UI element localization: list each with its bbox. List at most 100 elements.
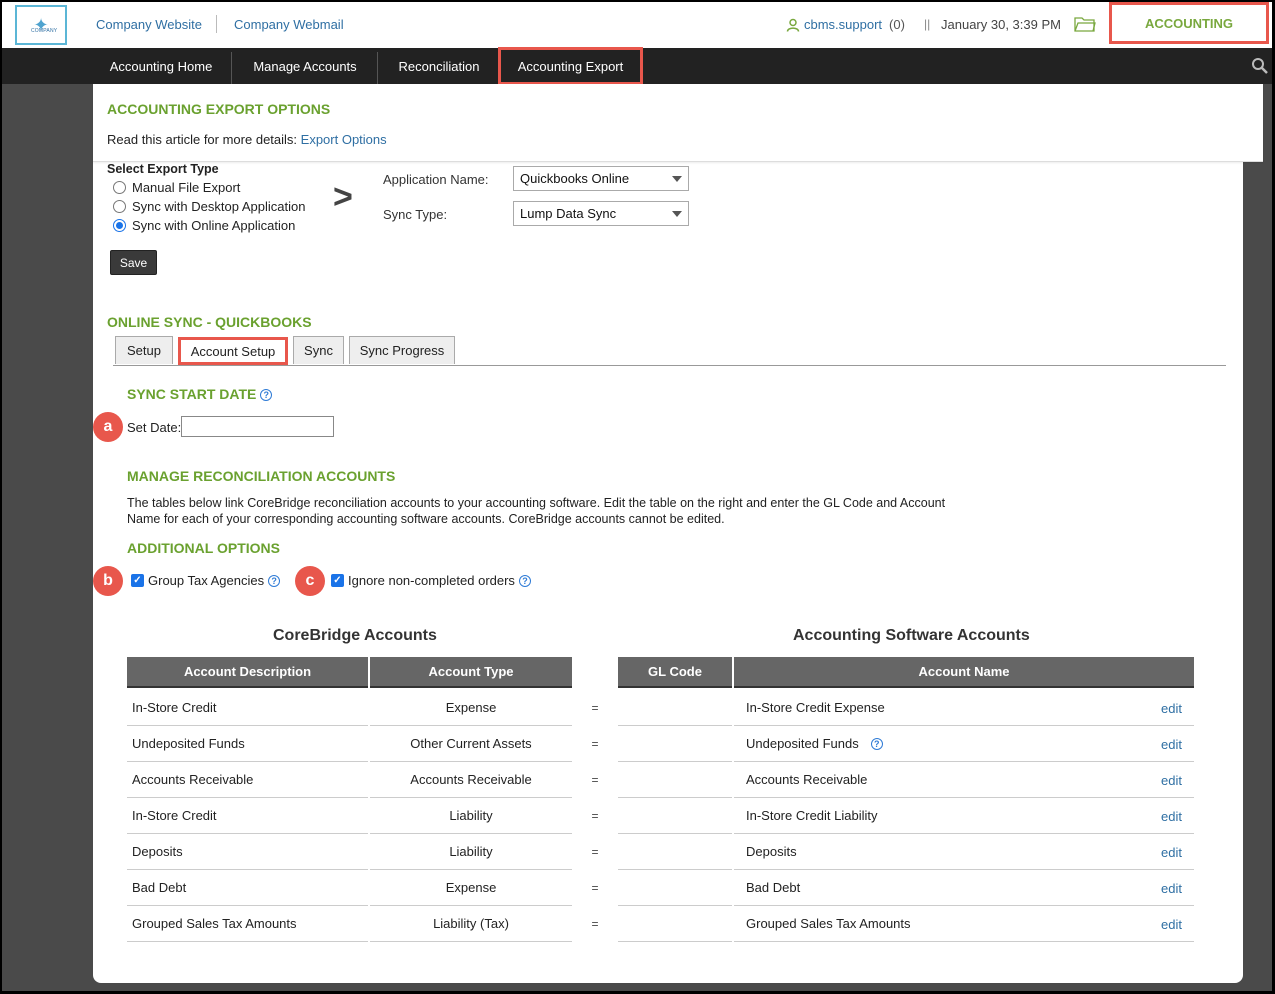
cell-gl-code xyxy=(618,726,732,762)
radio-label: Sync with Online Application xyxy=(132,218,296,233)
callout-badge-b: b xyxy=(93,566,123,596)
header-account-description: Account Description xyxy=(127,657,368,688)
app-frame: ✦ COMPANY Company Website Company Webmai… xyxy=(2,2,1272,991)
cell-gl-code xyxy=(618,906,732,942)
company-logo[interactable]: ✦ COMPANY xyxy=(15,5,67,45)
sync-start-title-text: SYNC START DATE xyxy=(127,386,257,402)
save-button[interactable]: Save xyxy=(110,250,157,275)
radio-button[interactable] xyxy=(113,181,126,194)
cell-account-name: Grouped Sales Tax Amounts xyxy=(734,906,1194,942)
accounting-module-button[interactable]: ACCOUNTING xyxy=(1109,2,1269,44)
arrow-right-icon: > xyxy=(333,178,353,216)
cell-account-type: Accounts Receivable xyxy=(370,762,572,798)
help-icon[interactable]: ? xyxy=(870,737,883,750)
search-icon[interactable] xyxy=(1251,57,1269,75)
cell-gl-code xyxy=(618,798,732,834)
account-name-text: Undeposited Funds xyxy=(746,736,859,751)
application-name-label: Application Name: xyxy=(383,172,489,187)
nav-manage-accounts[interactable]: Manage Accounts xyxy=(232,48,378,84)
cell-account-description: In-Store Credit xyxy=(127,798,368,834)
ignore-orders-option[interactable]: ✓ Ignore non-completed orders ? xyxy=(331,573,531,588)
cell-account-name: Deposits xyxy=(734,834,1194,870)
nav-reconciliation[interactable]: Reconciliation xyxy=(378,48,500,84)
tab-setup[interactable]: Setup xyxy=(115,336,173,364)
edit-link[interactable]: edit xyxy=(1161,881,1182,896)
radio-manual-file-export[interactable]: Manual File Export xyxy=(113,180,240,195)
software-accounts-title: Accounting Software Accounts xyxy=(793,627,1030,644)
company-website-link[interactable]: Company Website xyxy=(96,17,202,32)
notification-count: (0) xyxy=(889,17,905,32)
company-webmail-link[interactable]: Company Webmail xyxy=(234,17,344,32)
group-tax-option[interactable]: ✓ Group Tax Agencies ? xyxy=(131,573,281,588)
export-type-label: Select Export Type xyxy=(107,162,219,176)
tab-sync-progress[interactable]: Sync Progress xyxy=(349,336,455,364)
folder-icon[interactable] xyxy=(1074,15,1096,33)
edit-link[interactable]: edit xyxy=(1161,737,1182,752)
radio-label: Manual File Export xyxy=(132,180,241,195)
sync-type-select[interactable]: Lump Data Sync xyxy=(513,201,689,226)
export-options-link[interactable]: Export Options xyxy=(301,132,387,147)
cell-account-name: In-Store Credit Liability xyxy=(734,798,1194,834)
export-options-box: ACCOUNTING EXPORT OPTIONS Read this arti… xyxy=(93,84,1263,162)
checkbox-checked[interactable]: ✓ xyxy=(331,574,344,587)
help-icon[interactable]: ? xyxy=(260,389,273,402)
help-icon[interactable]: ? xyxy=(518,574,531,587)
chevron-down-icon xyxy=(672,211,682,217)
online-sync-title: ONLINE SYNC - QUICKBOOKS xyxy=(107,314,312,330)
cell-account-description: Accounts Receivable xyxy=(127,762,368,798)
account-name-text: Grouped Sales Tax Amounts xyxy=(746,916,911,931)
account-name-text: Deposits xyxy=(746,844,797,859)
nav-accounting-export[interactable]: Accounting Export xyxy=(498,47,643,85)
header-account-name: Account Name xyxy=(734,657,1194,688)
cell-account-type: Expense xyxy=(370,870,572,906)
cell-gl-code xyxy=(618,834,732,870)
cell-account-type: Expense xyxy=(370,690,572,726)
additional-options-title: ADDITIONAL OPTIONS xyxy=(127,540,280,556)
callout-badge-c: c xyxy=(295,566,325,596)
sync-type-label: Sync Type: xyxy=(383,207,448,222)
edit-link[interactable]: edit xyxy=(1161,809,1182,824)
checkbox-label: Ignore non-completed orders xyxy=(348,573,515,588)
cell-account-description: In-Store Credit xyxy=(127,690,368,726)
account-name-text: In-Store Credit Liability xyxy=(746,808,878,823)
tab-sync[interactable]: Sync xyxy=(293,336,344,364)
reconciliation-title: MANAGE RECONCILIATION ACCOUNTS xyxy=(127,468,396,484)
help-icon[interactable]: ? xyxy=(268,574,281,587)
cell-account-name: Undeposited Funds? xyxy=(734,726,1194,762)
select-value: Quickbooks Online xyxy=(520,171,630,186)
equals-sign: = xyxy=(591,881,599,895)
nav-accounting-home[interactable]: Accounting Home xyxy=(91,48,231,84)
edit-link[interactable]: edit xyxy=(1161,917,1182,932)
sync-start-date-title: SYNC START DATE ? xyxy=(127,386,273,402)
logo-text: COMPANY xyxy=(31,28,58,34)
cell-gl-code xyxy=(618,762,732,798)
radio-sync-desktop[interactable]: Sync with Desktop Application xyxy=(113,199,305,214)
set-date-label: Set Date: xyxy=(127,420,182,435)
equals-sign: = xyxy=(591,773,599,787)
read-article-label: Read this article for more details: xyxy=(107,132,298,147)
account-name-text: In-Store Credit Expense xyxy=(746,700,885,715)
tab-account-setup[interactable]: Account Setup xyxy=(178,337,288,365)
cell-gl-code xyxy=(618,870,732,906)
radio-sync-online[interactable]: Sync with Online Application xyxy=(113,218,295,233)
account-name-text: Bad Debt xyxy=(746,880,801,895)
edit-link[interactable]: edit xyxy=(1161,845,1182,860)
radio-button[interactable] xyxy=(113,200,126,213)
top-bar: ✦ COMPANY Company Website Company Webmai… xyxy=(2,2,1272,48)
username: cbms.support xyxy=(804,17,883,32)
edit-link[interactable]: edit xyxy=(1161,701,1182,716)
cell-account-name: Accounts Receivable xyxy=(734,762,1194,798)
export-options-title: ACCOUNTING EXPORT OPTIONS xyxy=(107,101,331,117)
checkbox-checked[interactable]: ✓ xyxy=(131,574,144,587)
cell-account-type: Liability xyxy=(370,798,572,834)
radio-button-selected[interactable] xyxy=(113,219,126,232)
edit-link[interactable]: edit xyxy=(1161,773,1182,788)
equals-sign: = xyxy=(591,845,599,859)
application-name-select[interactable]: Quickbooks Online xyxy=(513,166,689,191)
divider: || xyxy=(924,17,931,31)
equals-sign: = xyxy=(591,809,599,823)
set-date-input[interactable] xyxy=(181,416,334,437)
cell-account-type: Liability xyxy=(370,834,572,870)
user-menu[interactable]: cbms.support (0) xyxy=(786,17,905,32)
read-article-text: Read this article for more details: Expo… xyxy=(107,132,387,147)
